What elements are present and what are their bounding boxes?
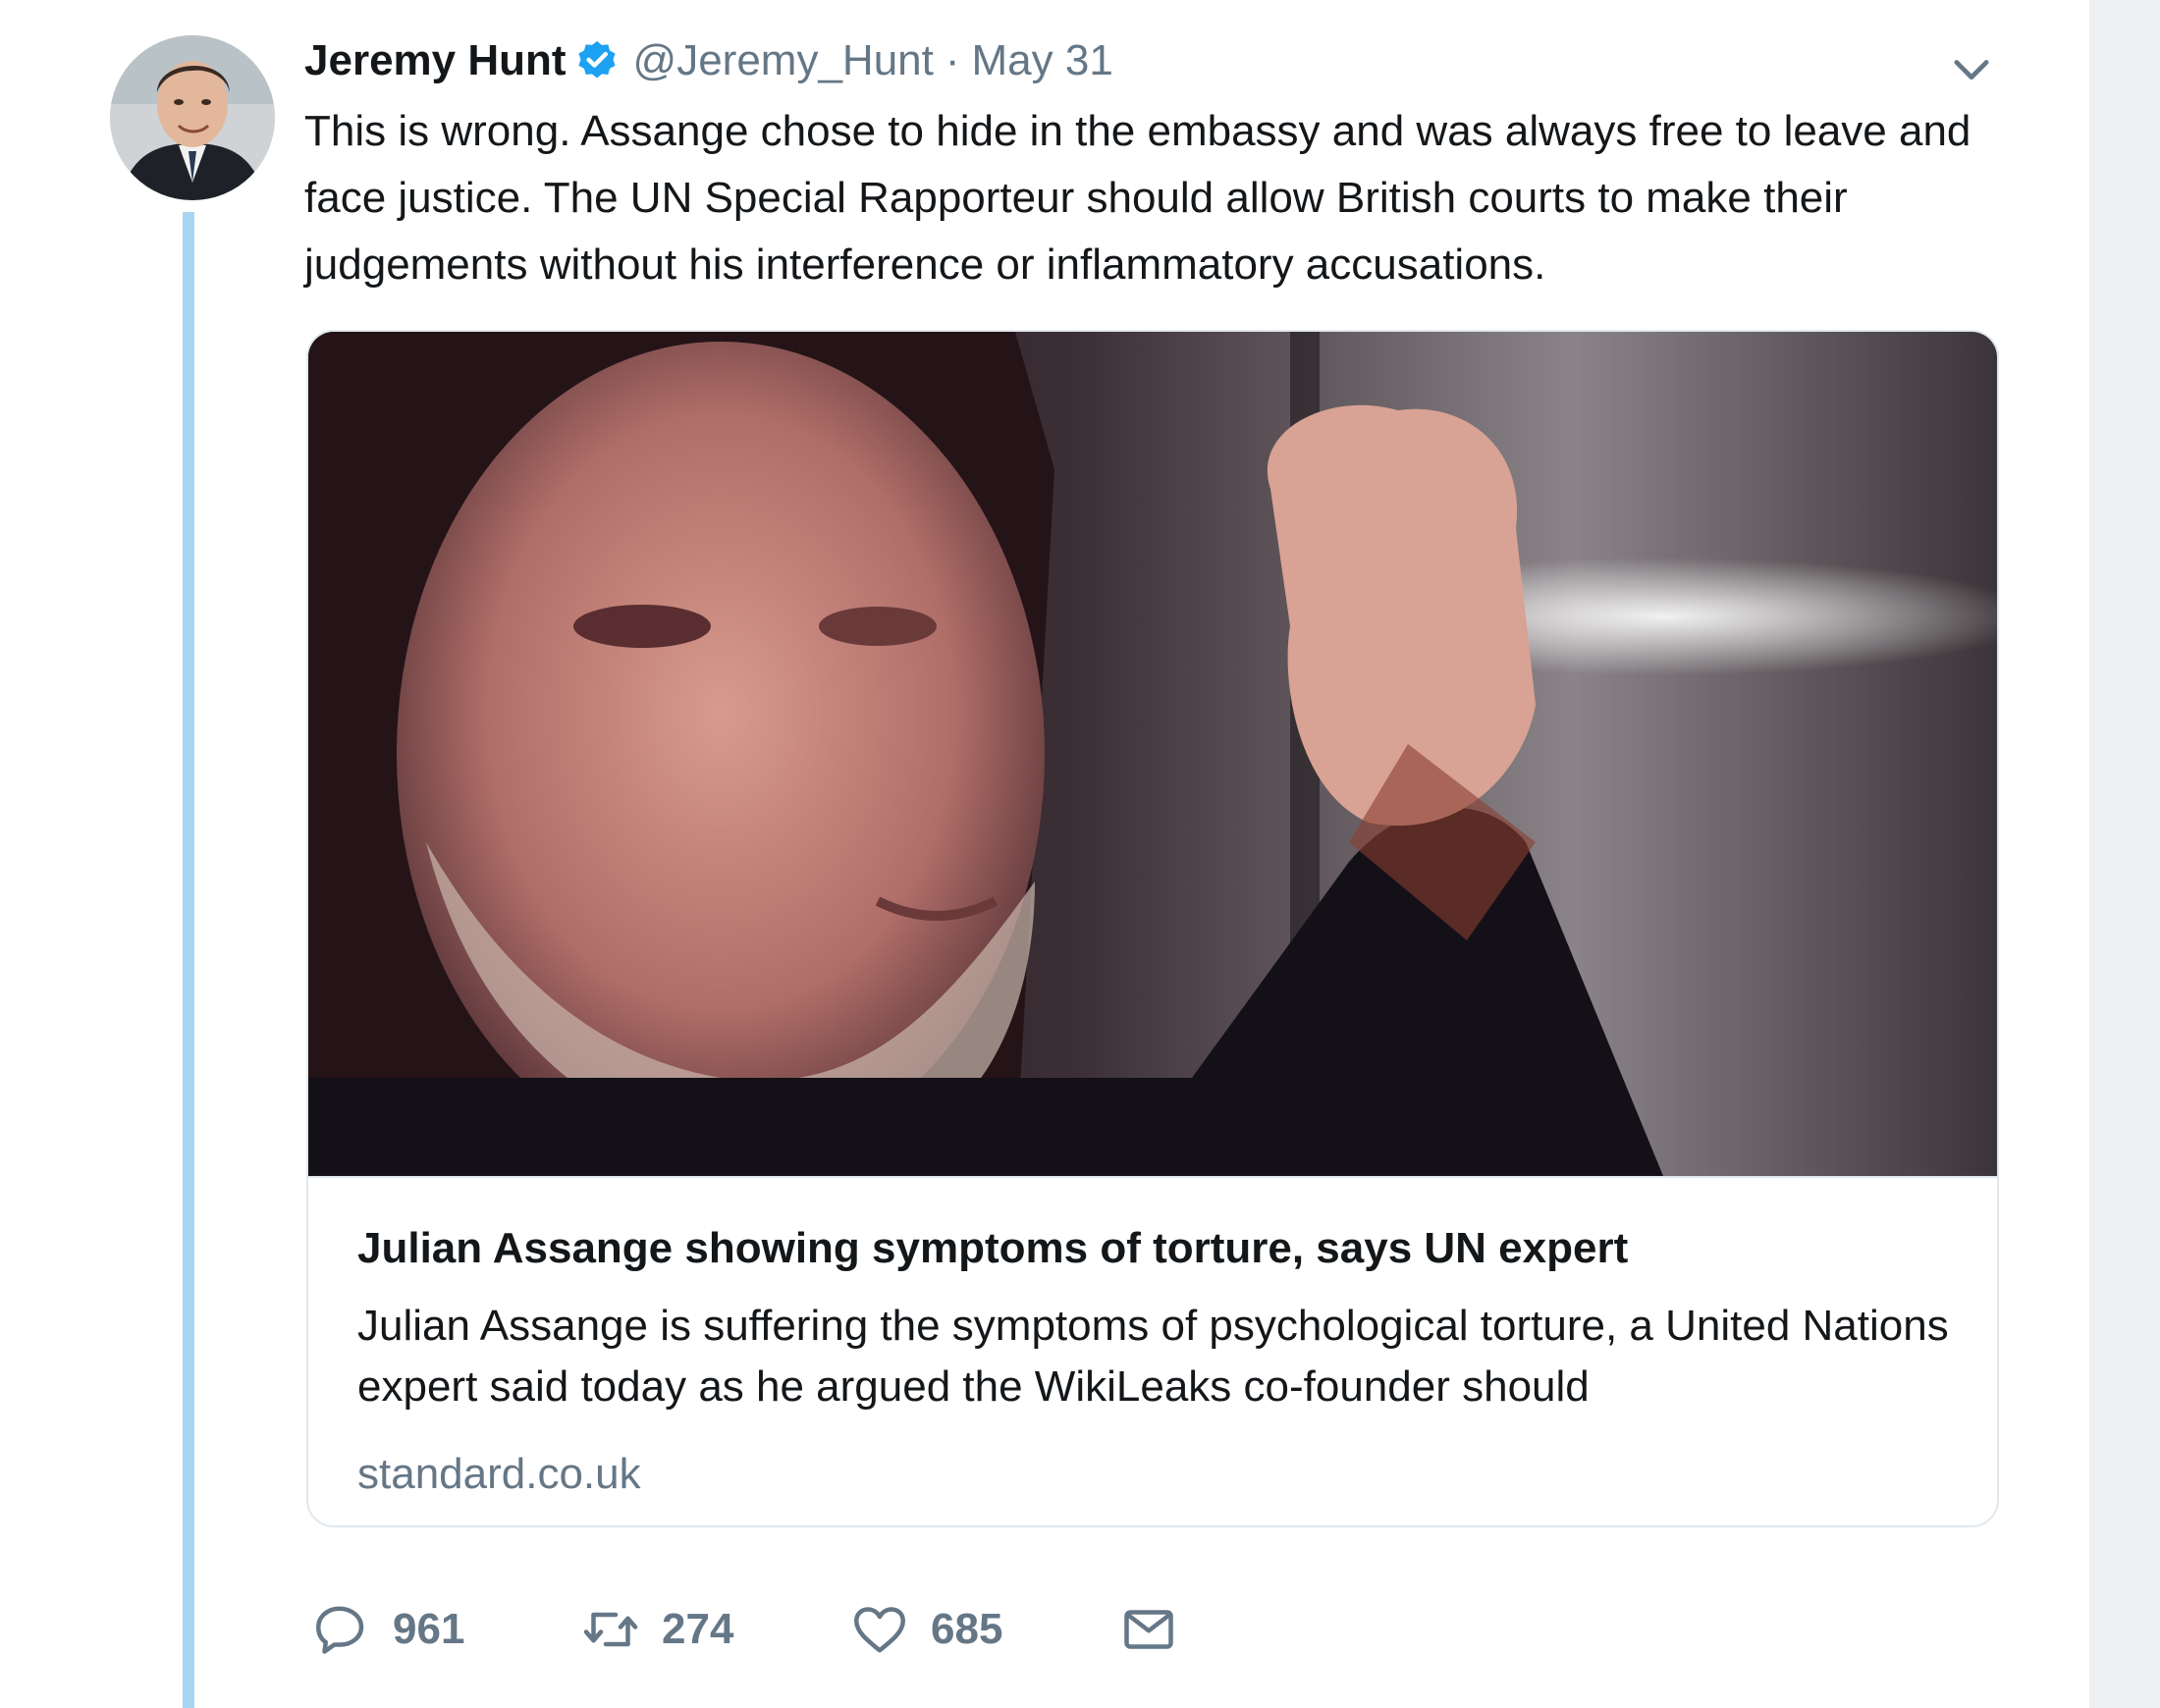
- tweet: Jeremy Hunt @Jeremy_Hunt · May 31 This i…: [0, 0, 2089, 1708]
- tweet-header: Jeremy Hunt @Jeremy_Hunt · May 31: [304, 29, 1113, 92]
- author-name[interactable]: Jeremy Hunt: [304, 36, 567, 85]
- card-title: Julian Assange showing symptoms of tortu…: [357, 1224, 1629, 1272]
- verified-badge-icon: [574, 38, 620, 83]
- card-image: [308, 332, 1997, 1176]
- heart-icon: [850, 1600, 909, 1659]
- tweet-date[interactable]: May 31: [972, 36, 1113, 85]
- thread-line: [183, 212, 194, 1708]
- reply-button[interactable]: 961: [312, 1590, 464, 1669]
- like-button[interactable]: 685: [850, 1590, 1002, 1669]
- action-bar: 961 274 685: [312, 1590, 1294, 1669]
- retweet-icon: [581, 1600, 640, 1659]
- reply-icon: [312, 1600, 371, 1659]
- direct-message-button[interactable]: [1119, 1590, 1178, 1669]
- envelope-icon: [1119, 1600, 1178, 1659]
- reply-count: 961: [393, 1605, 465, 1653]
- author-handle[interactable]: @Jeremy_Hunt: [633, 36, 934, 85]
- avatar[interactable]: [110, 35, 275, 200]
- link-card[interactable]: Julian Assange showing symptoms of tortu…: [306, 330, 1999, 1527]
- avatar-photo: [110, 35, 275, 200]
- tweet-text: This is wrong. Assange chose to hide in …: [304, 107, 1971, 289]
- card-domain: standard.co.uk: [357, 1450, 641, 1498]
- card-divider: [308, 1176, 1997, 1178]
- like-count: 685: [931, 1605, 1003, 1653]
- page-gutter: [2089, 0, 2160, 1708]
- retweet-button[interactable]: 274: [581, 1590, 733, 1669]
- chevron-down-icon[interactable]: [1946, 43, 1997, 94]
- card-description: Julian Assange is suffering the symptoms…: [357, 1302, 1949, 1411]
- retweet-count: 274: [662, 1605, 734, 1653]
- separator-dot: ·: [945, 36, 960, 84]
